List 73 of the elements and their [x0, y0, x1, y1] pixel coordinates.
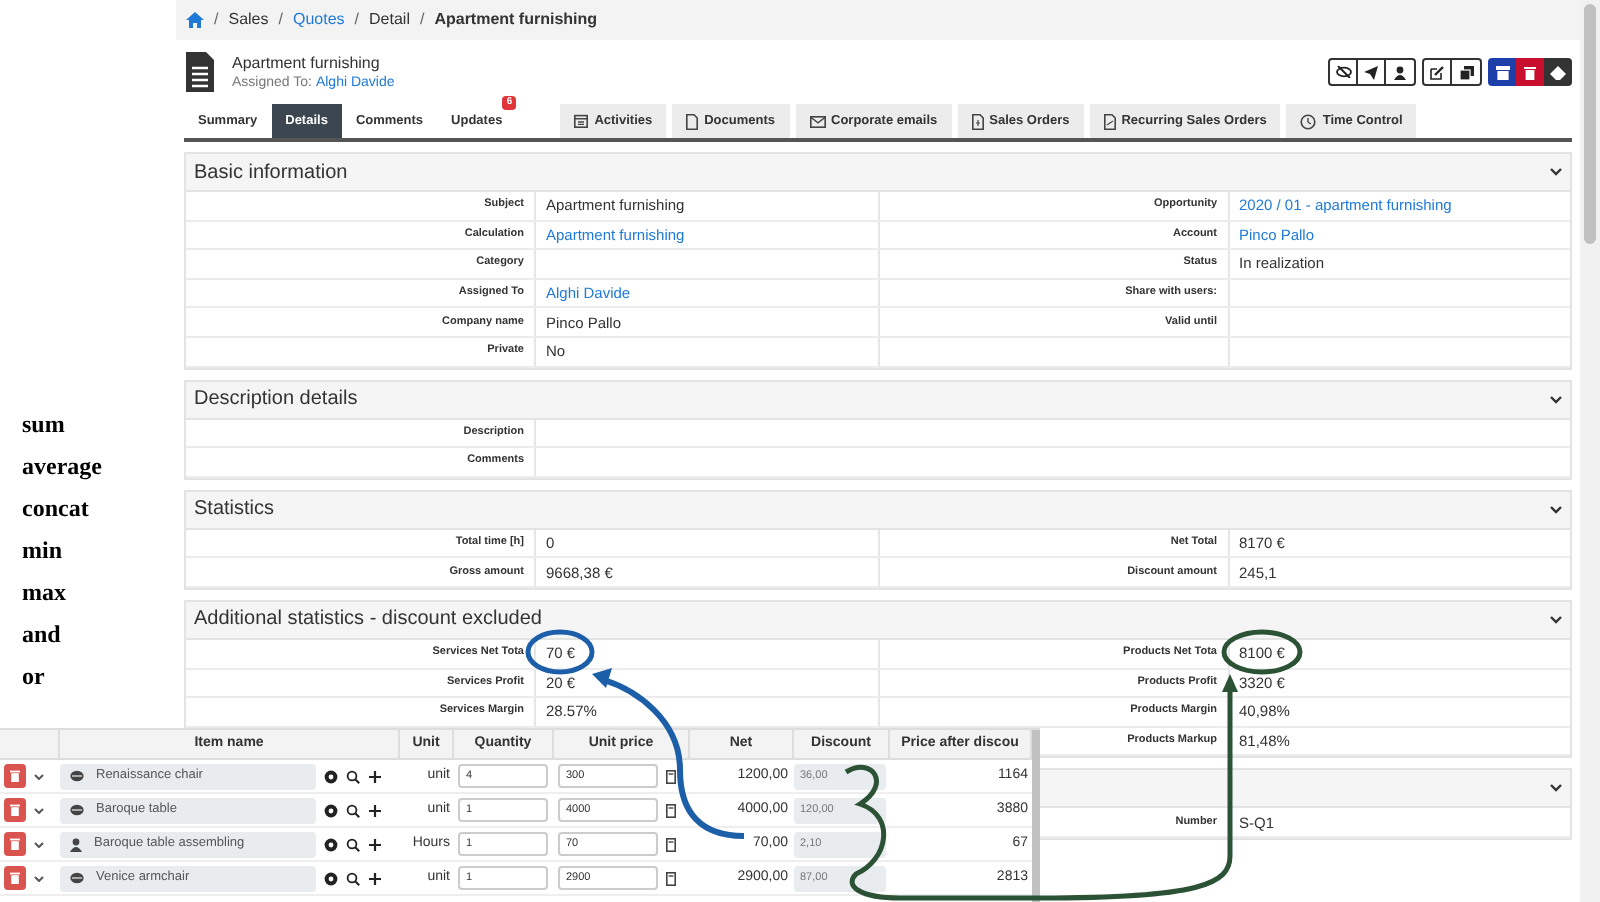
trash-icon: [10, 838, 20, 850]
search-icon[interactable]: [346, 803, 360, 817]
archive-button[interactable]: [1488, 58, 1516, 86]
function-name: or: [22, 662, 47, 692]
hide-button[interactable]: [1330, 60, 1358, 84]
function-name: max: [22, 578, 68, 608]
caret-icon[interactable]: [34, 841, 44, 847]
breadcrumb-item: Detail: [369, 8, 410, 32]
trash-icon: [10, 804, 20, 816]
panel-scrollbar[interactable]: [1032, 730, 1040, 902]
calendar-icon: [574, 114, 589, 128]
breadcrumb-separator: /: [214, 8, 219, 32]
envelope-icon: [809, 115, 826, 127]
function-name: min: [22, 536, 65, 566]
caret-icon[interactable]: [34, 773, 44, 779]
search-icon[interactable]: [346, 871, 360, 885]
section-title: Basic information: [194, 159, 348, 187]
trash-icon: [1524, 65, 1536, 79]
plus-icon[interactable]: [368, 769, 382, 783]
file-icon: [686, 113, 699, 129]
trash-icon: [10, 872, 20, 884]
delete-button[interactable]: [4, 832, 26, 856]
breadcrumb-separator: /: [278, 8, 283, 32]
trash-icon: [10, 770, 20, 782]
search-icon[interactable]: [346, 769, 360, 783]
search-icon[interactable]: [346, 837, 360, 851]
box-icon: [1495, 65, 1509, 79]
breadcrumb-item: Apartment furnishing: [434, 8, 598, 32]
chevron-down-icon[interactable]: [1550, 168, 1562, 176]
calculator-icon[interactable]: [666, 837, 676, 851]
eye-slash-icon: [1335, 66, 1351, 78]
function-name: sum: [22, 410, 67, 440]
chevron-down-icon[interactable]: [1550, 784, 1562, 793]
document-icon: [184, 50, 216, 94]
scrollbar-thumb[interactable]: [1584, 4, 1596, 244]
home-icon[interactable]: [186, 12, 204, 28]
delete-button[interactable]: [4, 798, 26, 822]
file-icon: [971, 113, 984, 129]
file-icon: [1103, 113, 1116, 129]
record-title: Apartment furnishing: [232, 51, 382, 73]
plus-icon[interactable]: [368, 803, 382, 817]
chevron-down-icon[interactable]: [1550, 615, 1562, 624]
delete-button[interactable]: [4, 866, 26, 890]
function-name: and: [22, 620, 63, 650]
chevron-down-icon[interactable]: [1550, 505, 1562, 514]
clock-icon: [1300, 113, 1317, 129]
caret-icon[interactable]: [34, 807, 44, 813]
paper-plane-icon: [1364, 65, 1378, 79]
annotation-circle: [525, 629, 595, 675]
section-title: Statistics: [194, 496, 275, 525]
edit-button[interactable]: [1424, 60, 1452, 84]
copy-icon: [1459, 65, 1473, 79]
caret-icon[interactable]: [34, 875, 44, 881]
person-icon: [1394, 65, 1406, 79]
delete-button[interactable]: [1516, 58, 1544, 86]
breadcrumb-item: Sales: [228, 8, 269, 32]
section-title: Additional statistics - discount excluded: [194, 606, 542, 635]
breadcrumb-separator: /: [419, 8, 425, 32]
annotation-circle: [1221, 629, 1303, 675]
calculator-icon[interactable]: [666, 803, 676, 817]
delete-button[interactable]: [4, 764, 26, 788]
breadcrumb-link[interactable]: Quotes: [292, 8, 345, 32]
function-name: concat: [22, 494, 91, 524]
function-name: average: [22, 452, 104, 482]
plus-icon[interactable]: [368, 837, 382, 851]
pencil-icon: [1430, 65, 1444, 79]
eraser-button[interactable]: [1544, 58, 1572, 86]
section-title: Description details: [194, 386, 358, 415]
calculator-icon[interactable]: [666, 769, 676, 783]
chevron-down-icon[interactable]: [1550, 395, 1562, 404]
breadcrumb-separator: /: [354, 8, 360, 32]
plus-icon[interactable]: [368, 871, 382, 885]
calculator-icon[interactable]: [666, 871, 676, 885]
